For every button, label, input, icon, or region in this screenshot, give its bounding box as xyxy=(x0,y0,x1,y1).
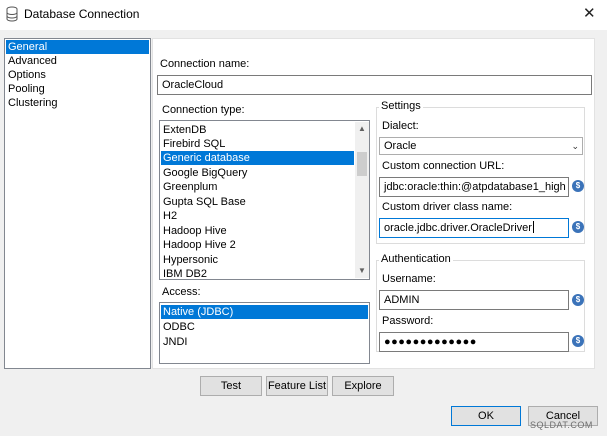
list-item[interactable]: Firebird SQL xyxy=(161,137,354,151)
explore-button[interactable]: Explore xyxy=(332,376,394,396)
connection-type-scrollbar[interactable]: ▲ ▼ xyxy=(355,122,369,278)
database-icon xyxy=(6,6,18,22)
connection-name-input[interactable]: OracleCloud xyxy=(157,75,592,95)
settings-group-title: Settings xyxy=(379,100,423,112)
username-label: Username: xyxy=(382,273,436,285)
list-item[interactable]: ODBC xyxy=(161,320,368,334)
variable-icon[interactable] xyxy=(572,335,584,347)
variable-icon[interactable] xyxy=(572,180,584,192)
access-label: Access: xyxy=(162,286,201,298)
connection-type-list[interactable]: ExtenDB Firebird SQL Generic database Go… xyxy=(159,120,370,280)
window-title: Database Connection xyxy=(24,7,140,21)
password-input[interactable]: ●●●●●●●●●●●●● xyxy=(379,332,569,352)
custom-url-input[interactable]: jdbc:oracle:thin:@atpdatabase1_high xyxy=(379,177,569,197)
list-item[interactable]: IBM DB2 xyxy=(161,267,354,279)
nav-item-pooling[interactable]: Pooling xyxy=(6,82,149,96)
dialect-select[interactable]: Oracle ⌄ xyxy=(379,137,583,155)
scroll-up-icon[interactable]: ▲ xyxy=(355,122,369,136)
text-caret xyxy=(532,221,534,233)
access-list[interactable]: Native (JDBC) ODBC JNDI xyxy=(159,302,370,364)
nav-item-options[interactable]: Options xyxy=(6,68,149,82)
list-item[interactable]: Generic database xyxy=(161,151,354,165)
connection-name-label: Connection name: xyxy=(160,58,250,70)
list-item[interactable]: JNDI xyxy=(161,335,368,349)
custom-driver-label: Custom driver class name: xyxy=(382,201,513,213)
scroll-thumb[interactable] xyxy=(357,152,367,176)
nav-item-general[interactable]: General xyxy=(6,40,149,54)
scroll-down-icon[interactable]: ▼ xyxy=(355,264,369,278)
feature-list-button[interactable]: Feature List xyxy=(266,376,328,396)
custom-driver-value: oracle.jdbc.driver.OracleDriver xyxy=(384,222,532,234)
title-bar: Database Connection ✕ xyxy=(0,0,607,30)
list-item[interactable]: Gupta SQL Base xyxy=(161,195,354,209)
variable-icon[interactable] xyxy=(572,221,584,233)
authentication-group-title: Authentication xyxy=(379,253,453,265)
custom-url-label: Custom connection URL: xyxy=(382,160,505,172)
list-item[interactable]: Google BigQuery xyxy=(161,166,354,180)
list-item[interactable]: H2 xyxy=(161,209,354,223)
connection-type-label: Connection type: xyxy=(162,104,245,116)
list-item[interactable]: Hadoop Hive 2 xyxy=(161,238,354,252)
nav-item-clustering[interactable]: Clustering xyxy=(6,96,149,110)
close-icon[interactable]: ✕ xyxy=(583,4,596,22)
chevron-down-icon: ⌄ xyxy=(571,141,579,151)
list-item[interactable]: ExtenDB xyxy=(161,123,354,137)
watermark: SQLDAT.COM xyxy=(530,420,593,430)
password-label: Password: xyxy=(382,315,434,327)
ok-button[interactable]: OK xyxy=(451,406,521,426)
test-button[interactable]: Test xyxy=(200,376,262,396)
dialect-label: Dialect: xyxy=(382,120,419,132)
category-list: General Advanced Options Pooling Cluster… xyxy=(4,38,151,369)
list-item[interactable]: Hypersonic xyxy=(161,253,354,267)
list-item[interactable]: Native (JDBC) xyxy=(161,305,368,319)
variable-icon[interactable] xyxy=(572,294,584,306)
list-item[interactable]: Hadoop Hive xyxy=(161,224,354,238)
dialect-value: Oracle xyxy=(384,140,417,152)
username-input[interactable]: ADMIN xyxy=(379,290,569,310)
list-item[interactable]: Greenplum xyxy=(161,180,354,194)
custom-driver-input[interactable]: oracle.jdbc.driver.OracleDriver xyxy=(379,218,569,238)
nav-item-advanced[interactable]: Advanced xyxy=(6,54,149,68)
